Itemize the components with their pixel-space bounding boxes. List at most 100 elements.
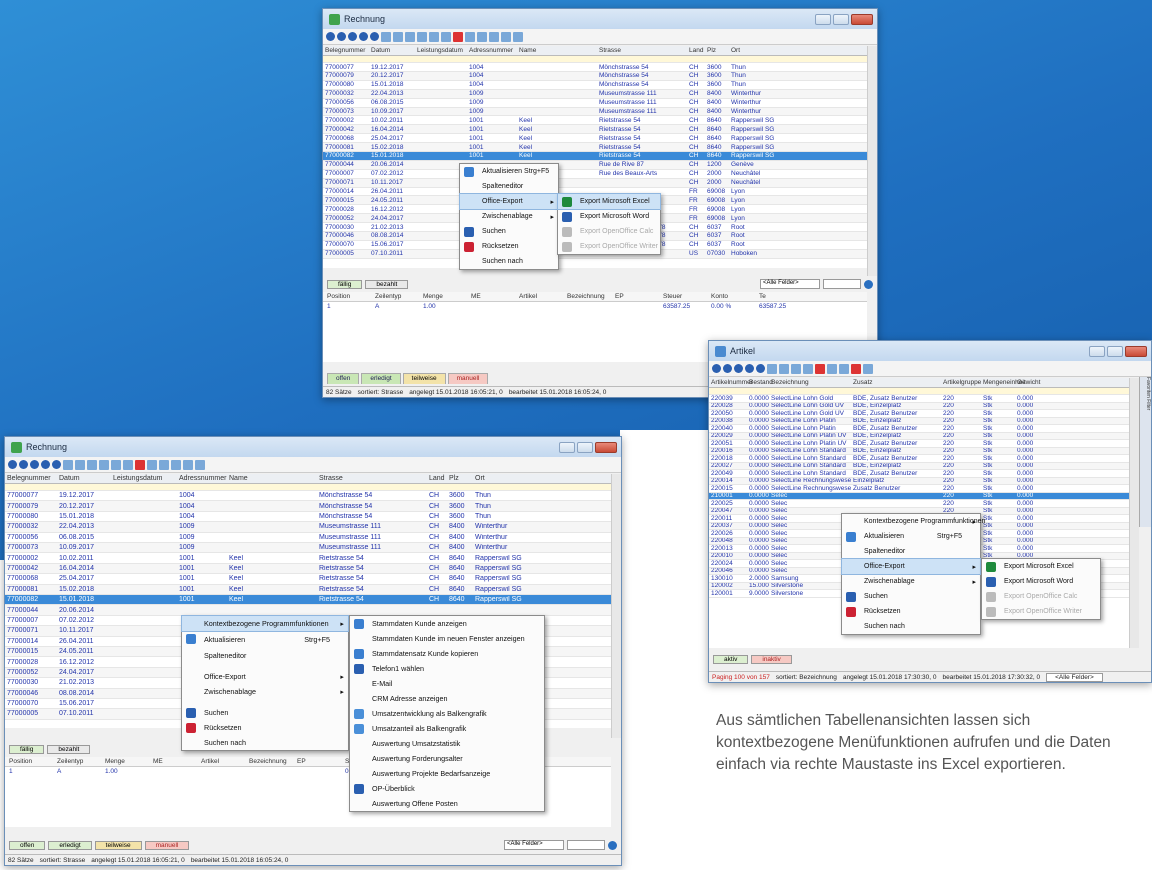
menu-column-editor[interactable]: Spalteneditor	[460, 179, 558, 194]
refresh-icon[interactable]	[779, 363, 789, 374]
column-header[interactable]: Bezeichnung	[245, 758, 293, 765]
table-row[interactable]: 77000032 22.04.2013 1009 Museumstrasse 111 C…	[323, 89, 867, 99]
print-icon[interactable]	[501, 31, 511, 42]
table-row[interactable]: 77000042 16.04.2014 1001 Keel Rietstrasse 54…	[323, 125, 867, 135]
table-row[interactable]: 77000082 15.01.2018 1001 Keel Rietstrasse 54…	[5, 595, 611, 606]
tab-teilweise[interactable]: teilweise	[94, 840, 142, 850]
table-row[interactable]: 77000056 06.08.2015 1009 Museumstrasse 111 C…	[5, 533, 611, 544]
column-header[interactable]: Leistungsdatum	[111, 475, 177, 482]
column-header[interactable]: Menge	[419, 293, 467, 300]
info-icon[interactable]	[195, 459, 205, 470]
prev-record-icon[interactable]	[723, 364, 732, 373]
menu-search[interactable]: Suchen	[182, 705, 348, 720]
field-filter-select[interactable]: <Alle Felder>	[760, 279, 820, 289]
tab-faellig[interactable]: fällig	[327, 279, 363, 289]
column-header[interactable]: Name	[227, 475, 317, 482]
filter-icon[interactable]	[477, 31, 487, 42]
submenu-item[interactable]: CRM Adresse anzeigen	[350, 691, 544, 706]
info-icon[interactable]	[863, 363, 873, 374]
menu-search[interactable]: Suchen	[842, 589, 980, 604]
stop-icon[interactable]	[734, 364, 743, 373]
submenu-item[interactable]: Stammdatensatz Kunde kopieren	[350, 646, 544, 661]
table-row[interactable]: 220038 0.0000 SelectLine Lohn Platin BDE, E…	[709, 417, 1129, 426]
delete-icon[interactable]	[135, 459, 145, 470]
submenu-item[interactable]: E-Mail	[350, 676, 544, 691]
column-header[interactable]: Position	[323, 293, 371, 300]
menu-refresh[interactable]: Aktualisieren Strg+F5	[460, 164, 558, 179]
prev-record-icon[interactable]	[337, 32, 346, 41]
table-row[interactable]: 77000002 10.02.2011 1001 Keel Rietstrasse 54…	[323, 116, 867, 126]
table-row[interactable]: 77000079 20.12.2017 1004 Mönchstrasse 54 CH 3…	[323, 71, 867, 81]
menu-clipboard[interactable]: Zwischenablage ▸	[460, 209, 558, 224]
search-go-icon[interactable]	[608, 840, 617, 850]
menu-search-for[interactable]: Suchen nach	[842, 619, 980, 634]
menu-search-for[interactable]: Suchen nach	[460, 254, 558, 269]
info-icon[interactable]	[513, 31, 523, 42]
column-header[interactable]: Adressnummer	[177, 475, 227, 482]
grid-icon[interactable]	[767, 363, 777, 374]
column-header[interactable]: Datum	[57, 475, 111, 482]
menu-clipboard[interactable]: Zwischenablage ▸	[182, 684, 348, 699]
tab-bezahlt[interactable]: bezahlt	[47, 744, 91, 754]
field-filter-select[interactable]: <Alle Felder>	[1046, 672, 1103, 682]
table-row[interactable]: 77000077 19.12.2017 1004 Mönchstrasse 54 CH 3…	[5, 491, 611, 502]
filter-row[interactable]	[5, 484, 611, 492]
menu-clipboard[interactable]: Zwischenablage ▸	[842, 574, 980, 589]
next-record-icon[interactable]	[41, 460, 50, 469]
grid-icon[interactable]	[381, 31, 391, 42]
menu-reset[interactable]: Rücksetzen	[842, 604, 980, 619]
copy-icon[interactable]	[99, 459, 109, 470]
column-header[interactable]: ME	[149, 758, 197, 765]
table-row[interactable]: 220014 0.0000SelectLine Rechnungswesen SQ…	[709, 477, 1129, 486]
refresh-icon[interactable]	[75, 459, 85, 470]
table-row[interactable]: 220027 0.0000 SelectLine Lohn Standard BDE,…	[709, 462, 1129, 471]
table-row[interactable]: 77000081 15.02.2018 1001 Keel Rietstrasse 54…	[323, 143, 867, 152]
table-row[interactable]: 220016 0.0000 SelectLine Lohn Standard BDE,…	[709, 447, 1129, 456]
column-header[interactable]: Position	[5, 758, 53, 765]
menu-refresh[interactable]: Aktualisieren Strg+F5	[842, 529, 980, 544]
table-row[interactable]: 77000077 19.12.2017 1004 Mönchstrasse 54 CH 3…	[323, 63, 867, 72]
menu-context-functions[interactable]: Kontextbezogene Programmfunktionen ▸	[181, 615, 349, 632]
table-row[interactable]: 220039 0.0000 SelectLine Lohn Gold BDE, Zus…	[709, 395, 1129, 403]
menu-reset[interactable]: Rücksetzen	[460, 239, 558, 254]
column-header[interactable]: Menge	[101, 758, 149, 765]
menu-office-export[interactable]: Office-Export ▸	[459, 193, 559, 210]
macro-icon[interactable]	[489, 31, 499, 42]
menu-reset[interactable]: Rücksetzen	[182, 720, 348, 735]
submenu-item[interactable]: Telefon1 wählen	[350, 661, 544, 676]
column-header[interactable]: Steuer	[659, 293, 707, 300]
first-record-icon[interactable]	[326, 32, 335, 41]
table-row[interactable]: 77000079 20.12.2017 1004 Mönchstrasse 54 CH 3…	[5, 501, 611, 512]
table-row[interactable]: 220018 0.0000 SelectLine Lohn Standard BDE,…	[709, 455, 1129, 463]
refresh-icon[interactable]	[393, 31, 403, 42]
table-row[interactable]: 77000073 10.09.2017 1009 Museumstrasse 111 C…	[5, 543, 611, 554]
print-icon[interactable]	[183, 459, 193, 470]
undo-icon[interactable]	[123, 459, 133, 470]
column-header[interactable]: Datum	[369, 47, 415, 54]
submenu-item[interactable]: Umsatzentwicklung als Balkengrafik	[350, 706, 544, 721]
prev-record-icon[interactable]	[19, 460, 28, 469]
first-record-icon[interactable]	[8, 460, 17, 469]
delete-icon[interactable]	[453, 31, 463, 42]
table-row[interactable]: 220049 0.0000 SelectLine Lohn Standard BDE,…	[709, 470, 1129, 478]
tab-inaktiv[interactable]: inaktiv	[751, 654, 792, 664]
table-row[interactable]: 77000056 06.08.2015 1009 Museumstrasse 111 C…	[323, 99, 867, 108]
macro-icon[interactable]	[171, 459, 181, 470]
vertical-scrollbar[interactable]	[867, 46, 877, 276]
favorites-filter-panel[interactable]: Favoriten Filter	[1139, 377, 1151, 527]
tab-erledigt[interactable]: erledigt	[48, 840, 92, 850]
menu-search-for[interactable]: Suchen nach	[182, 735, 348, 750]
submenu-item[interactable]: Auswertung Projekte Bedarfsanzeige	[350, 766, 544, 781]
menu-refresh[interactable]: Aktualisieren Strg+F5	[182, 631, 348, 648]
column-header[interactable]: Plz	[447, 475, 473, 482]
table-row[interactable]: 77000073 10.09.2017 1009 Museumstrasse 111 C…	[323, 107, 867, 117]
table-row[interactable]: 77000032 22.04.2013 1009 Museumstrasse 111 C…	[5, 522, 611, 533]
column-header[interactable]: Zusatz	[851, 379, 941, 386]
submenu-item[interactable]: Umsatzanteil als Balkengrafik	[350, 721, 544, 736]
table-row[interactable]: 77000071 10.11.2017 CH 2000 Neuchâtel	[323, 178, 867, 188]
first-record-icon[interactable]	[712, 364, 721, 373]
tool-icon[interactable]	[147, 459, 157, 470]
table-row[interactable]: 77000042 16.04.2014 1001 Keel Rietstrasse 54…	[5, 563, 611, 575]
stop-icon[interactable]	[30, 460, 39, 469]
table-row[interactable]: 77000082 15.01.2018 1001 Keel Rietstrasse 54…	[323, 152, 867, 161]
